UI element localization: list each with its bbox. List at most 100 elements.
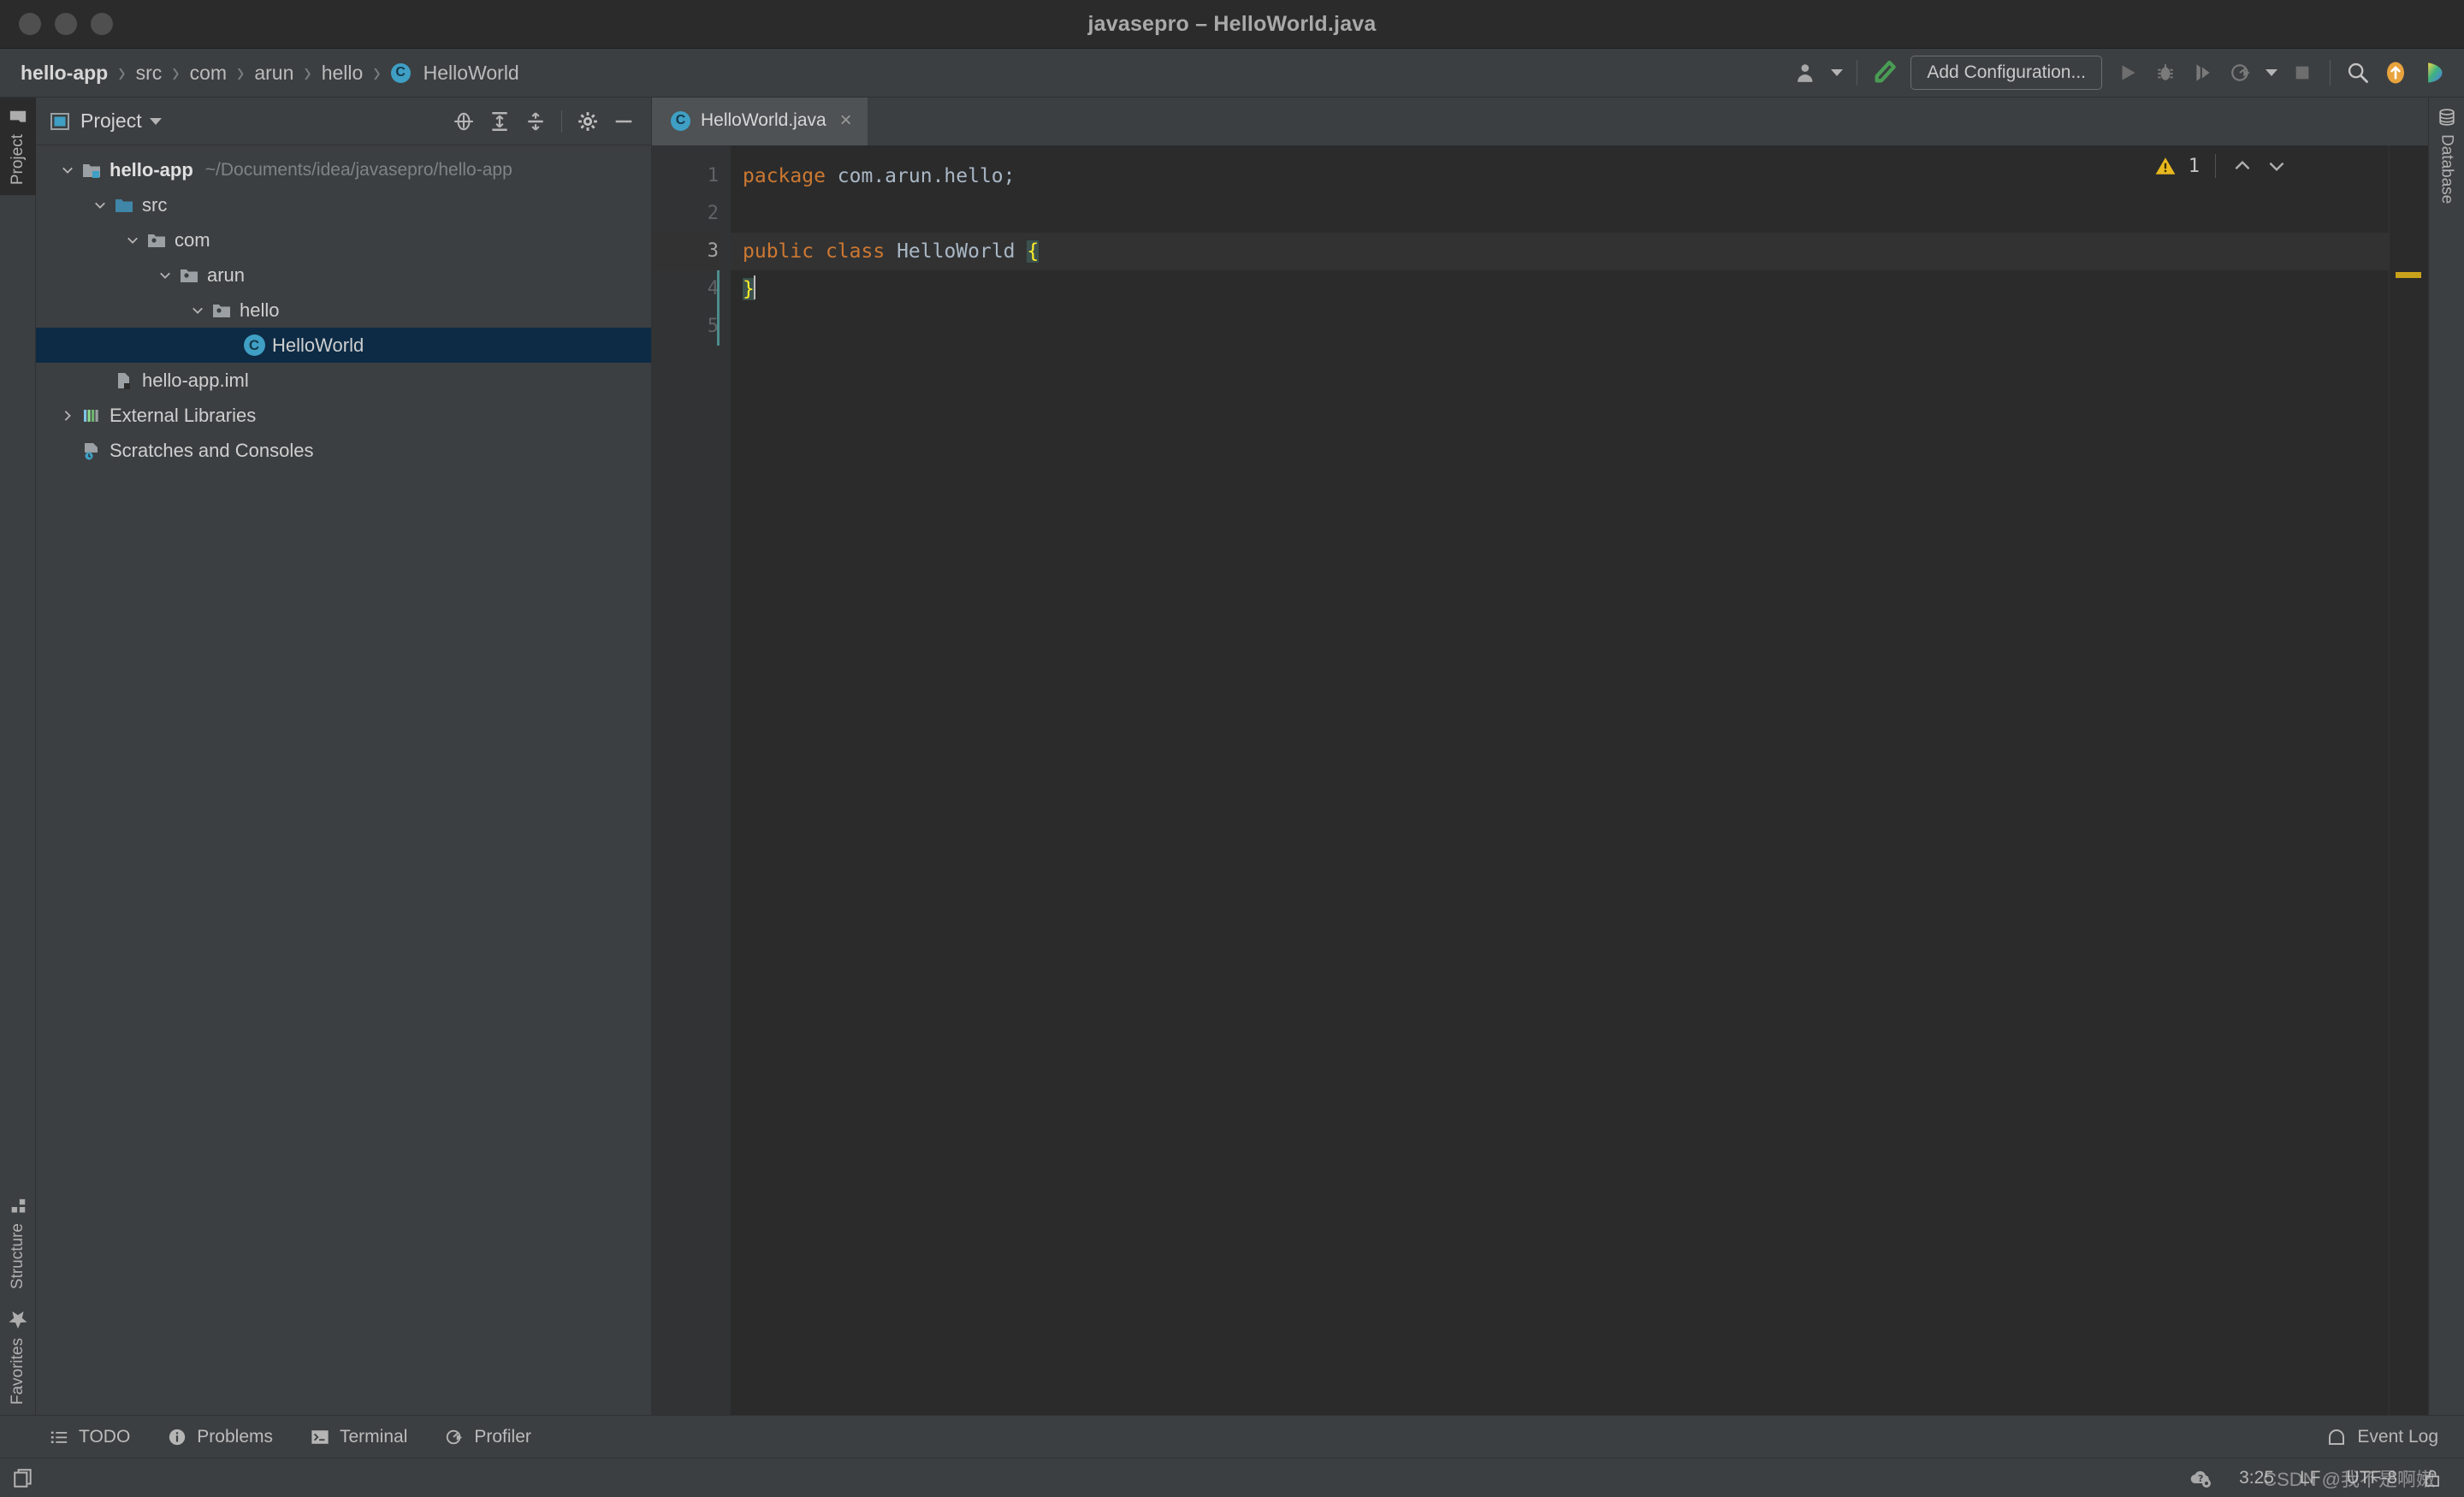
token-keyword: package [743, 165, 826, 187]
warning-stripe-marker[interactable] [2396, 272, 2421, 278]
bottom-tool-stripe: TODO Problems Terminal Profiler Event Lo… [0, 1415, 2464, 1458]
project-tree[interactable]: hello-app ~/Documents/idea/javasepro/hel… [36, 145, 651, 1415]
bottom-item-todo[interactable]: TODO [50, 1427, 130, 1447]
editor-gutter[interactable]: 1 2 3 4 5 [652, 145, 731, 1415]
tree-row-scratches[interactable]: Scratches and Consoles [36, 433, 651, 468]
tree-label: HelloWorld [272, 334, 364, 356]
source-folder-icon [111, 195, 137, 216]
chevron-down-icon[interactable] [89, 198, 111, 213]
tree-row-hello[interactable]: hello [36, 293, 651, 328]
breadcrumb-item-helloworld[interactable]: C HelloWorld [386, 62, 524, 85]
breadcrumb-item-src[interactable]: src [131, 62, 168, 85]
token-class-name: HelloWorld [897, 240, 1016, 263]
search-everywhere-icon[interactable] [2339, 54, 2377, 92]
status-bar: ? 3:25 LF UTF-8 CSDN @我不是啊嫩 [0, 1458, 2464, 1497]
account-icon[interactable] [1788, 54, 1826, 92]
editor-marker-scrollbar[interactable] [2389, 145, 2428, 1415]
chevron-down-icon[interactable] [121, 233, 144, 248]
line-number: 4 [707, 278, 719, 299]
build-hammer-icon[interactable] [1866, 54, 1904, 92]
run-with-coverage-icon[interactable] [2184, 54, 2222, 92]
breadcrumb: hello-app › src › com › arun › hello › C… [15, 56, 524, 88]
warning-triangle-icon[interactable] [2154, 155, 2177, 177]
editor-tab-bar: C HelloWorld.java × [652, 98, 2428, 145]
code-folding-indicator[interactable] [717, 270, 720, 346]
toolbar-divider [2330, 60, 2331, 86]
token-keyword: class [825, 240, 886, 263]
tree-row-com[interactable]: com [36, 222, 651, 257]
breadcrumb-item-label: HelloWorld [423, 61, 519, 84]
event-log-icon [2326, 1427, 2347, 1447]
sidebar-item-database[interactable]: Database [2429, 98, 2464, 214]
cloud-settings-icon[interactable]: ? [2188, 1467, 2213, 1489]
code-line-3: public class HelloWorld { [731, 233, 2389, 270]
tree-label: External Libraries [110, 404, 257, 426]
next-highlight-icon[interactable] [2266, 155, 2288, 177]
breadcrumb-item-arun[interactable]: arun [249, 62, 299, 85]
line-number: 3 [652, 233, 719, 270]
prev-highlight-icon[interactable] [2231, 155, 2254, 177]
collapse-all-icon[interactable] [518, 104, 553, 139]
profile-icon[interactable] [2222, 54, 2260, 92]
bottom-item-profiler[interactable]: Profiler [445, 1427, 531, 1447]
chevron-down-icon[interactable] [187, 303, 209, 318]
libraries-icon [79, 405, 104, 426]
tree-label: hello-app [110, 158, 193, 180]
ide-icon[interactable] [2414, 54, 2452, 92]
intellij-window: javasepro – HelloWorld.java hello-app › … [0, 0, 2464, 1497]
tree-row-hello-app[interactable]: hello-app ~/Documents/idea/javasepro/hel… [36, 152, 651, 187]
editor-tab-helloworld[interactable]: C HelloWorld.java × [652, 98, 868, 145]
locate-icon[interactable] [447, 104, 481, 139]
breadcrumb-item-hello-app[interactable]: hello-app [15, 62, 113, 85]
tree-row-arun[interactable]: arun [36, 257, 651, 293]
add-configuration-button[interactable]: Add Configuration... [1910, 56, 2102, 90]
update-icon[interactable] [2377, 54, 2414, 92]
warning-count: 1 [2188, 155, 2200, 177]
code-editor[interactable]: package com.arun.hello; public class Hel… [731, 145, 2389, 1415]
expand-all-icon[interactable] [483, 104, 517, 139]
hide-panel-icon[interactable] [607, 104, 641, 139]
status-bar-right: ? 3:25 LF UTF-8 [2188, 1467, 2442, 1489]
tree-row-helloworld[interactable]: C HelloWorld [36, 328, 651, 363]
chevron-down-icon[interactable] [56, 163, 79, 178]
bottom-item-terminal[interactable]: Terminal [311, 1427, 407, 1447]
project-panel-title: Project [80, 109, 142, 132]
caret-position[interactable]: 3:25 [2239, 1468, 2274, 1488]
package-icon [209, 300, 234, 321]
project-panel-dropdown-icon[interactable] [142, 104, 169, 139]
left-tool-stripe: Project Structure Favorites [0, 98, 36, 1415]
bottom-item-event-log[interactable]: Event Log [2326, 1427, 2464, 1447]
account-dropdown-icon[interactable] [1826, 54, 1848, 92]
breadcrumb-separator: › [373, 56, 381, 89]
bottom-item-problems[interactable]: Problems [168, 1427, 273, 1447]
package-icon [144, 230, 169, 251]
tree-row-iml[interactable]: hello-app.iml [36, 363, 651, 398]
sidebar-item-project[interactable]: Project [0, 98, 36, 196]
profile-dropdown-icon[interactable] [2260, 54, 2283, 92]
lock-icon[interactable] [2423, 1468, 2442, 1488]
package-icon [176, 265, 202, 286]
editor-area: 1 2 3 4 5 package com.arun.hello; public… [652, 145, 2428, 1415]
file-encoding[interactable]: UTF-8 [2347, 1468, 2398, 1488]
line-separator[interactable]: LF [2300, 1468, 2321, 1488]
tree-label: arun [207, 263, 246, 286]
chevron-right-icon[interactable] [56, 408, 79, 423]
close-icon[interactable]: × [840, 110, 852, 131]
run-icon[interactable] [2109, 54, 2147, 92]
right-tool-stripe: Database [2428, 98, 2464, 1415]
problems-icon [168, 1428, 187, 1447]
settings-gear-icon[interactable] [571, 104, 605, 139]
tree-row-external-libraries[interactable]: External Libraries [36, 398, 651, 433]
sidebar-item-favorites[interactable]: Favorites [0, 1299, 36, 1415]
layout-icon[interactable] [12, 1467, 34, 1489]
debug-icon[interactable] [2147, 54, 2184, 92]
terminal-icon [311, 1428, 329, 1447]
stop-icon[interactable] [2283, 54, 2321, 92]
chevron-down-icon[interactable] [154, 268, 176, 283]
breadcrumb-item-hello[interactable]: hello [317, 62, 369, 85]
tree-label: Scratches and Consoles [110, 439, 314, 461]
sidebar-item-structure[interactable]: Structure [0, 1186, 36, 1299]
tree-row-src[interactable]: src [36, 187, 651, 222]
breadcrumb-item-com[interactable]: com [185, 62, 232, 85]
